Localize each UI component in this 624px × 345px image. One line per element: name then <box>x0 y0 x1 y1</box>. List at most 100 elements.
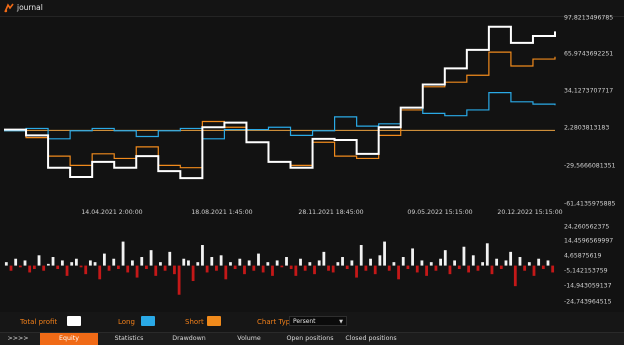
profit-bar <box>499 265 503 270</box>
profit-bar <box>541 265 545 270</box>
profit-bar <box>243 265 246 275</box>
profit-bar <box>406 265 410 270</box>
profit-bar <box>261 265 265 273</box>
profit-bar <box>23 260 27 266</box>
y-tick-label: -29,5666081351 <box>564 162 616 170</box>
y-tick-label: -61,4135975885 <box>564 200 616 208</box>
profit-bar <box>65 265 69 276</box>
tab-equity[interactable]: Equity <box>40 333 98 345</box>
x-tick-label: 09.05.2022 15:15:00 <box>407 209 473 216</box>
profit-bar <box>247 260 251 266</box>
y-axis-labels: 97,8213496785 65,9743692251 34,1273707717 2… <box>560 15 624 316</box>
x-tick-label: 18.08.2021 1:45:00 <box>191 209 253 216</box>
profit-bar <box>429 262 433 266</box>
chart-type-select[interactable]: Persent ▼ <box>289 316 347 326</box>
profit-bar <box>205 265 209 273</box>
profit-bar <box>317 260 321 266</box>
profit-bar <box>331 265 335 273</box>
y-tick-label: 34,1273707717 <box>564 87 614 95</box>
long-series-line <box>4 91 556 140</box>
chart-type-value: Persent <box>293 318 316 325</box>
profit-bar <box>457 265 461 270</box>
profit-bar <box>4 262 8 266</box>
profit-bar <box>224 265 228 280</box>
profit-bar <box>18 265 22 268</box>
long-label: Long <box>118 318 135 326</box>
profit-bar <box>229 262 232 266</box>
profit-bar <box>126 265 130 273</box>
tab-open-positions[interactable]: Open positions <box>280 333 340 345</box>
short-label: Short <box>185 318 204 326</box>
profit-bar <box>201 245 204 266</box>
profit-bar <box>313 265 316 275</box>
bar-y-tick-label: 4,65875619 <box>564 252 602 260</box>
profit-bar <box>527 262 531 266</box>
profit-bar <box>359 245 363 266</box>
profit-bar <box>135 265 139 278</box>
profit-bar <box>364 265 368 271</box>
profit-bar <box>411 248 414 266</box>
profit-bar <box>84 265 88 275</box>
profit-bar <box>9 265 13 271</box>
profit-bar <box>102 253 106 266</box>
profit-bar <box>341 257 344 266</box>
profit-bar-chart <box>4 241 555 295</box>
profit-bar <box>551 265 555 273</box>
bar-y-tick-label: -24,743964515 <box>564 298 612 306</box>
profit-bar <box>28 265 32 273</box>
profit-bar <box>51 257 55 266</box>
profit-bar <box>56 265 60 270</box>
profit-bar <box>145 265 148 270</box>
window-title: journal <box>17 3 43 12</box>
profit-bar <box>219 255 223 266</box>
profit-bar <box>425 265 428 276</box>
profit-bar <box>415 265 419 273</box>
profit-bar <box>271 265 274 276</box>
tab-statistics[interactable]: Statistics <box>100 333 158 345</box>
x-tick-label: 20.12.2022 15:15:00 <box>497 209 563 216</box>
profit-bar <box>327 265 330 271</box>
tab-closed-positions[interactable]: Closed positions <box>340 333 402 345</box>
profit-bar <box>336 262 340 266</box>
profit-bar <box>121 241 125 266</box>
chevron-down-icon: ▼ <box>339 319 343 325</box>
profit-bar <box>107 265 111 271</box>
profit-bar <box>308 262 312 266</box>
profit-bar <box>177 265 181 295</box>
profit-bar <box>252 265 256 271</box>
profit-bar <box>299 258 302 266</box>
y-tick-label: 65,9743692251 <box>564 50 614 58</box>
profit-bar <box>537 258 541 266</box>
tab-volume[interactable]: Volume <box>220 333 278 345</box>
profit-bar <box>443 250 447 266</box>
profit-bar <box>373 265 377 275</box>
profit-bar <box>140 257 144 266</box>
profit-bar <box>504 260 508 266</box>
total-profit-color-swatch[interactable] <box>67 316 81 326</box>
tab-expand[interactable]: >>>> <box>6 333 30 345</box>
profit-bar <box>476 265 480 271</box>
profit-bar <box>266 262 270 266</box>
profit-bar <box>513 265 517 287</box>
profit-bar <box>532 265 536 276</box>
total-profit-label: Total profit <box>20 318 58 326</box>
app-logo-icon <box>4 3 14 13</box>
profit-bar <box>383 241 386 266</box>
profit-bar <box>285 257 288 266</box>
profit-bar <box>159 262 162 266</box>
y-tick-label: 2,2803813183 <box>564 124 610 132</box>
profit-bar <box>303 265 307 271</box>
profit-bar <box>32 265 36 270</box>
profit-bar <box>37 255 41 266</box>
x-tick-label: 14.04.2021 2:00:00 <box>81 209 143 216</box>
profit-bar <box>210 257 214 266</box>
profit-bar <box>485 243 489 266</box>
short-color-swatch[interactable] <box>207 316 221 326</box>
profit-bar <box>154 265 158 276</box>
profit-bar <box>439 258 442 266</box>
profit-bar <box>355 265 358 278</box>
long-color-swatch[interactable] <box>141 316 155 326</box>
tab-drawdown[interactable]: Drawdown <box>160 333 218 345</box>
profit-bar <box>60 260 64 266</box>
profit-bar <box>149 250 153 266</box>
